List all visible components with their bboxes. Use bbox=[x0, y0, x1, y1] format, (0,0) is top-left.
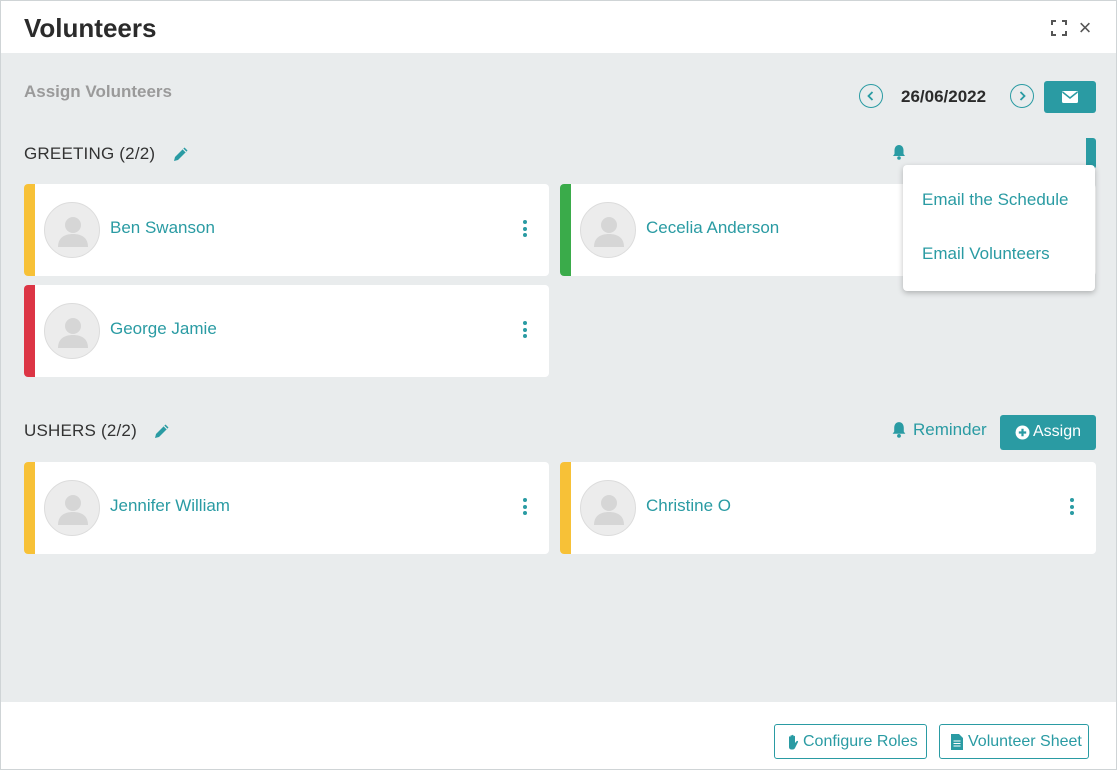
user-placeholder-icon bbox=[58, 495, 88, 525]
kebab-icon[interactable] bbox=[520, 321, 530, 341]
assign-label: Assign bbox=[1033, 423, 1082, 440]
status-strip bbox=[24, 285, 35, 377]
avatar bbox=[580, 202, 636, 258]
page-subtitle: Assign Volunteers bbox=[24, 82, 172, 101]
avatar bbox=[44, 303, 100, 359]
dialog-titlebar: Volunteers × bbox=[1, 1, 1116, 53]
volunteer-name[interactable]: Cecelia Anderson bbox=[646, 218, 779, 238]
volunteer-name[interactable]: George Jamie bbox=[110, 319, 217, 339]
kebab-icon[interactable] bbox=[1067, 498, 1077, 518]
status-strip bbox=[560, 462, 571, 554]
pencil-icon[interactable] bbox=[172, 145, 190, 163]
volunteer-name[interactable]: Jennifer William bbox=[110, 496, 230, 516]
volunteer-name[interactable]: Ben Swanson bbox=[110, 218, 215, 238]
close-icon[interactable]: × bbox=[1077, 17, 1093, 39]
volunteer-card[interactable]: Christine O bbox=[560, 462, 1096, 554]
user-placeholder-icon bbox=[594, 217, 624, 247]
volunteer-card[interactable]: Ben Swanson bbox=[24, 184, 549, 276]
chevron-right-icon bbox=[1019, 91, 1026, 101]
current-date: 26/06/2022 bbox=[901, 87, 987, 106]
dialog-body: Assign Volunteers 26/06/2022 GREETING (2… bbox=[1, 53, 1116, 702]
kebab-icon[interactable] bbox=[520, 498, 530, 518]
menu-item-email-schedule[interactable]: Email the Schedule bbox=[922, 190, 1068, 210]
chevron-left-icon bbox=[867, 91, 874, 101]
volunteer-card[interactable]: Jennifer William bbox=[24, 462, 549, 554]
next-date-button[interactable] bbox=[1010, 84, 1034, 108]
volunteer-sheet-label: Volunteer Sheet bbox=[968, 733, 1082, 750]
email-button[interactable] bbox=[1044, 81, 1096, 113]
bell-icon[interactable] bbox=[892, 144, 906, 160]
reminder-label: Reminder bbox=[913, 420, 987, 439]
plus-circle-icon bbox=[1015, 425, 1030, 440]
assign-button[interactable]: Assign bbox=[1000, 415, 1096, 450]
volunteer-name[interactable]: Christine O bbox=[646, 496, 731, 516]
status-strip bbox=[24, 462, 35, 554]
volunteers-dialog: Volunteers × Assign Volunteers 26/06/202… bbox=[0, 0, 1117, 770]
avatar bbox=[44, 480, 100, 536]
user-placeholder-icon bbox=[594, 495, 624, 525]
bell-icon bbox=[892, 422, 906, 438]
section-title-greeting: GREETING (2/2) bbox=[24, 144, 156, 163]
envelope-icon bbox=[1062, 91, 1078, 103]
configure-roles-button[interactable]: Configure Roles bbox=[774, 724, 927, 759]
email-dropdown-menu: Email the Schedule Email Volunteers bbox=[903, 165, 1095, 291]
previous-date-button[interactable] bbox=[859, 84, 883, 108]
kebab-icon[interactable] bbox=[520, 220, 530, 240]
section-title-ushers: USHERS (2/2) bbox=[24, 421, 137, 440]
avatar bbox=[580, 480, 636, 536]
pencil-icon[interactable] bbox=[153, 422, 171, 440]
expand-icon[interactable] bbox=[1051, 20, 1067, 36]
status-strip bbox=[24, 184, 35, 276]
menu-item-email-volunteers[interactable]: Email Volunteers bbox=[922, 244, 1050, 264]
dialog-title: Volunteers bbox=[24, 13, 157, 43]
avatar bbox=[44, 202, 100, 258]
status-strip bbox=[560, 184, 571, 276]
file-icon bbox=[951, 734, 963, 750]
dialog-footer: Configure Roles Volunteer Sheet bbox=[1, 702, 1116, 769]
user-placeholder-icon bbox=[58, 318, 88, 348]
configure-roles-label: Configure Roles bbox=[803, 733, 918, 750]
volunteer-card[interactable]: George Jamie bbox=[24, 285, 549, 377]
user-placeholder-icon bbox=[58, 217, 88, 247]
volunteer-sheet-button[interactable]: Volunteer Sheet bbox=[939, 724, 1089, 759]
hand-icon bbox=[789, 734, 799, 750]
